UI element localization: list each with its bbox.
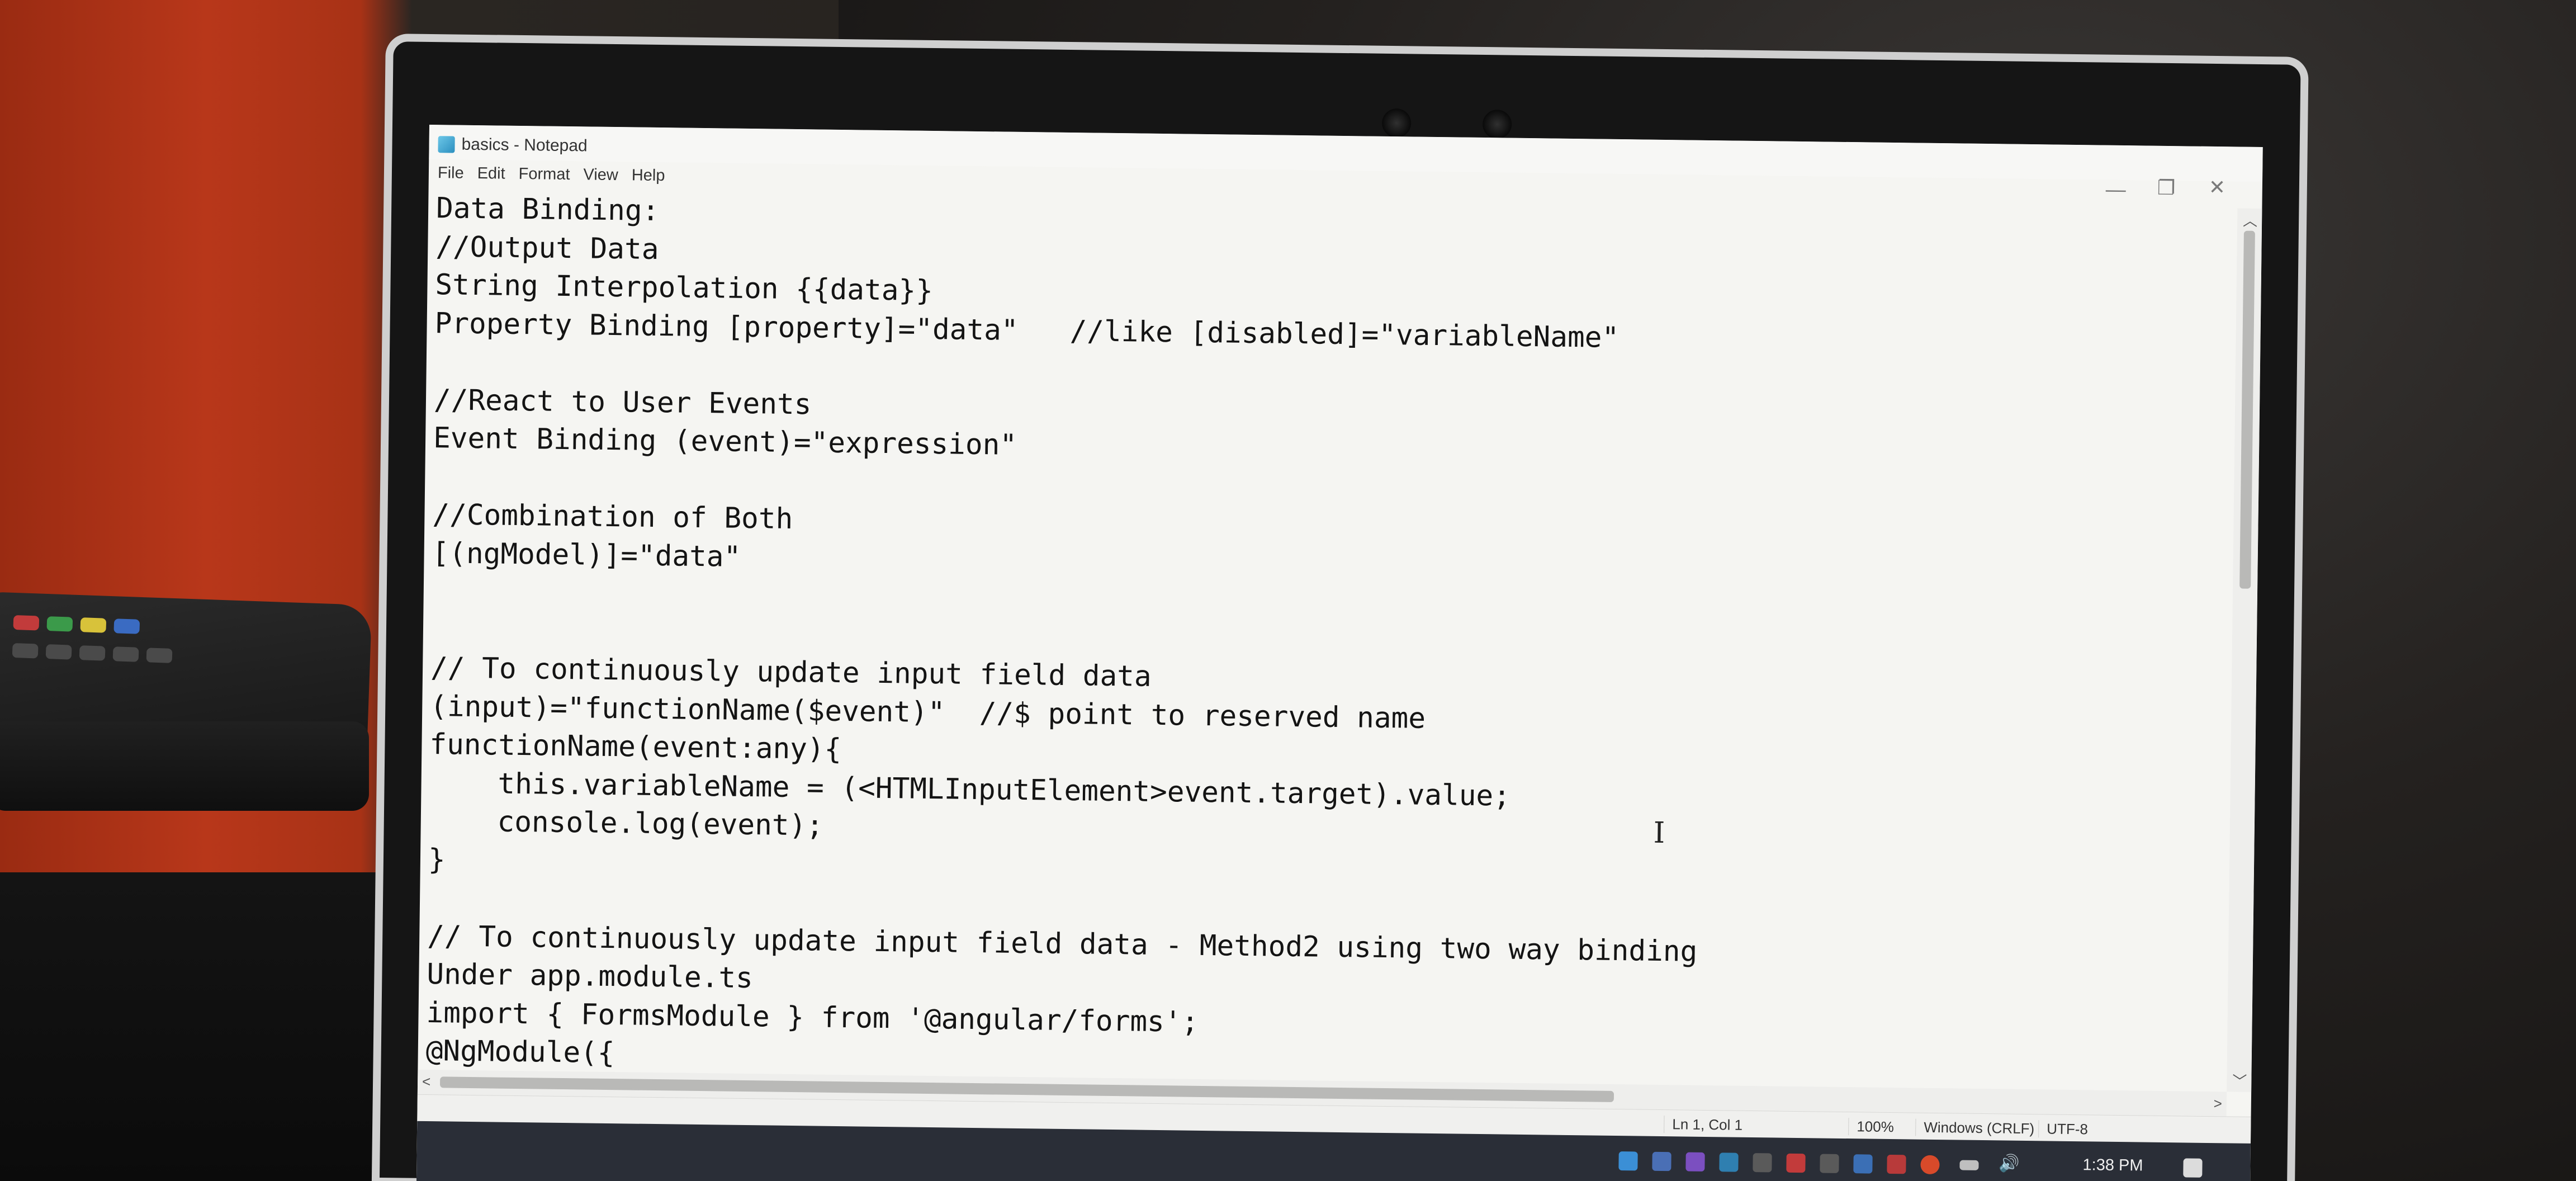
notepad-window: basics - Notepad — ❐ ✕ File Edit Format … <box>416 124 2263 1181</box>
vertical-scrollbar[interactable]: ︿ ﹀ <box>2227 208 2262 1092</box>
scroll-up-icon[interactable]: ︿ <box>2243 210 2257 230</box>
menu-edit[interactable]: Edit <box>477 164 505 183</box>
remote-button <box>146 648 173 663</box>
desk-surface <box>0 872 402 1181</box>
tray-app-icon[interactable] <box>1820 1154 1839 1173</box>
remote-button <box>13 615 40 631</box>
line-ending: Windows (CRLF) <box>1915 1118 2035 1138</box>
tray-app-icon[interactable] <box>1685 1152 1705 1171</box>
zoom-level: 100% <box>1848 1118 1894 1136</box>
photo-scene: basics - Notepad — ❐ ✕ File Edit Format … <box>0 0 2576 1181</box>
volume-icon[interactable]: 🔊 <box>1999 1154 2020 1173</box>
laptop-display: basics - Notepad — ❐ ✕ File Edit Format … <box>371 34 2309 1181</box>
menu-file[interactable]: File <box>438 164 464 183</box>
tray-app-icon[interactable] <box>1786 1153 1806 1173</box>
cursor-position: Ln 1, Col 1 <box>1664 1116 1743 1134</box>
menu-format[interactable]: Format <box>518 164 570 183</box>
tray-app-icon[interactable] <box>1887 1154 1906 1174</box>
scroll-right-icon[interactable]: > <box>2213 1095 2223 1112</box>
scroll-left-icon[interactable]: < <box>422 1073 431 1090</box>
remote-button <box>46 616 73 632</box>
window-title: basics - Notepad <box>461 135 588 155</box>
remote-button <box>112 646 139 662</box>
tray-app-icon[interactable] <box>1618 1151 1638 1171</box>
webcam-sensor <box>1482 109 1512 139</box>
tray-app-icon[interactable] <box>1920 1155 1940 1175</box>
notepad-icon <box>438 136 455 153</box>
battery-icon[interactable] <box>1959 1160 1979 1170</box>
menu-view[interactable]: View <box>583 166 618 185</box>
menu-help[interactable]: Help <box>632 166 665 185</box>
remote-button <box>80 617 107 633</box>
encoding: UTF-8 <box>2038 1120 2089 1139</box>
second-remote <box>0 721 369 811</box>
tray-app-icon[interactable] <box>1853 1154 1873 1174</box>
remote-button <box>45 644 72 660</box>
webcam-lens <box>1381 108 1412 138</box>
remote-button <box>113 618 140 634</box>
taskbar-clock[interactable]: 1:38 PM <box>2082 1156 2143 1175</box>
tray-app-icon[interactable] <box>1652 1151 1671 1171</box>
notification-icon[interactable] <box>2183 1158 2203 1178</box>
scroll-down-icon[interactable]: ﹀ <box>2232 1070 2247 1090</box>
tray-app-icon[interactable] <box>1719 1152 1739 1172</box>
tray-app-icon[interactable] <box>1753 1153 1772 1173</box>
text-cursor-icon: I <box>1653 816 1665 851</box>
text-editor[interactable]: Data Binding://Output Data String Interpo… <box>418 186 2228 1092</box>
remote-button <box>12 643 39 659</box>
vertical-scroll-thumb[interactable] <box>2239 230 2255 589</box>
remote-button <box>79 645 106 661</box>
